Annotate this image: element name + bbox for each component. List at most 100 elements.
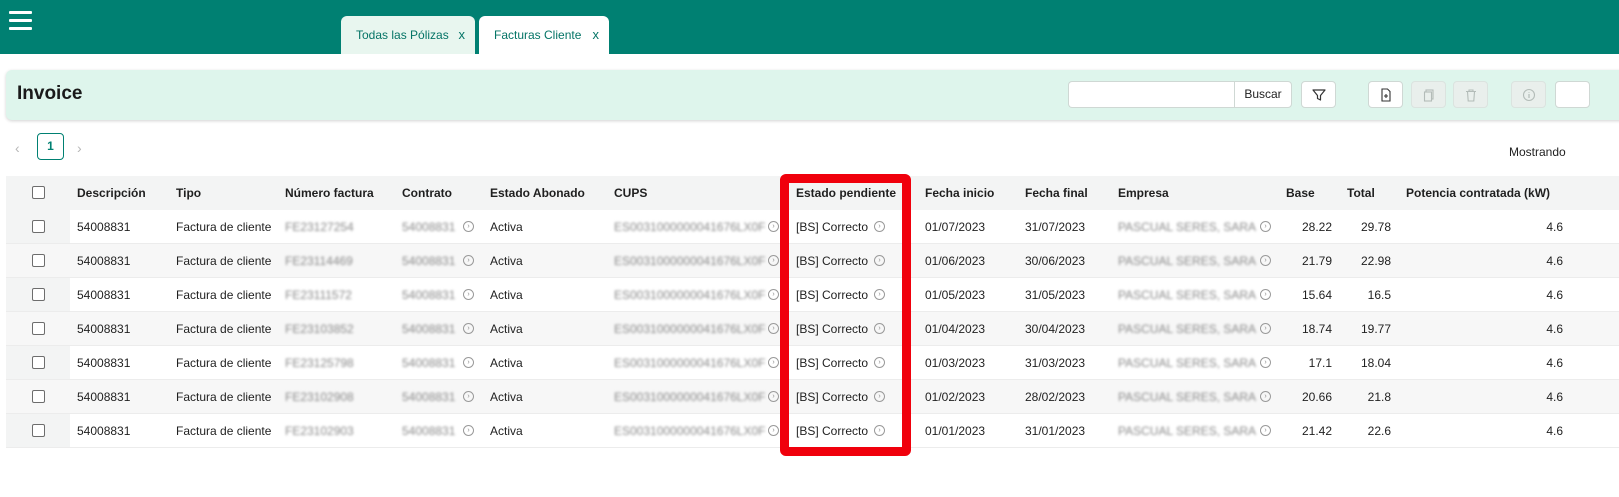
row-checkbox[interactable]: [32, 424, 45, 437]
close-icon[interactable]: X: [459, 16, 466, 54]
page-number[interactable]: 1: [37, 133, 64, 160]
go-arrow-icon[interactable]: ›: [768, 357, 779, 368]
new-document-icon: [1381, 88, 1391, 102]
tab-facturas-cliente[interactable]: Facturas Cliente X: [479, 16, 609, 54]
more-button[interactable]: [1555, 81, 1590, 108]
cell-total: 22.6: [1367, 424, 1391, 438]
cell-cups: ES0031000000041676LX0F: [614, 322, 766, 336]
go-arrow-icon[interactable]: ›: [463, 357, 474, 368]
row-checkbox[interactable]: [32, 254, 45, 267]
row-checkbox[interactable]: [32, 288, 45, 301]
go-arrow-icon[interactable]: ›: [768, 289, 779, 300]
cell-fecha-inicio: 01/06/2023: [925, 254, 986, 268]
info-button[interactable]: [1511, 81, 1546, 108]
cell-fecha-inicio: 01/05/2023: [925, 288, 986, 302]
cell-potencia: 4.6: [1546, 220, 1563, 234]
cell-total: 18.04: [1360, 356, 1391, 370]
column-header[interactable]: CUPS: [614, 186, 647, 200]
cell-contrato: 54008831: [402, 288, 456, 302]
go-arrow-icon[interactable]: ›: [463, 255, 474, 266]
cell-potencia: 4.6: [1546, 254, 1563, 268]
search-input[interactable]: [1068, 81, 1234, 108]
go-arrow-icon[interactable]: ›: [874, 255, 885, 266]
cell-total: 19.77: [1360, 322, 1391, 336]
go-arrow-icon[interactable]: ›: [874, 425, 885, 436]
column-header[interactable]: Total: [1347, 186, 1375, 200]
column-header[interactable]: Estado pendiente: [796, 186, 896, 200]
cell-fecha-final: 31/01/2023: [1025, 424, 1086, 438]
cell-descripcion: 54008831: [77, 288, 131, 302]
next-page-icon[interactable]: ›: [77, 140, 82, 156]
filter-button[interactable]: [1301, 81, 1336, 108]
column-header[interactable]: Potencia contratada (kW): [1406, 186, 1550, 200]
go-arrow-icon[interactable]: ›: [874, 289, 885, 300]
go-arrow-icon[interactable]: ›: [1260, 255, 1271, 266]
search-button[interactable]: Buscar: [1234, 81, 1292, 108]
cell-numero-factura: FE23114469: [285, 254, 353, 268]
column-header[interactable]: Base: [1286, 186, 1315, 200]
cell-contrato: 54008831: [402, 424, 456, 438]
select-all-checkbox[interactable]: [32, 186, 45, 199]
cell-empresa: PASCUAL SERES, SARA: [1118, 390, 1256, 404]
go-arrow-icon[interactable]: ›: [874, 357, 885, 368]
new-button[interactable]: [1368, 81, 1403, 108]
cell-descripcion: 54008831: [77, 356, 131, 370]
column-header[interactable]: Contrato: [402, 186, 452, 200]
row-checkbox[interactable]: [32, 220, 45, 233]
go-arrow-icon[interactable]: ›: [768, 255, 779, 266]
cell-fecha-inicio: 01/03/2023: [925, 356, 986, 370]
go-arrow-icon[interactable]: ›: [874, 391, 885, 402]
go-arrow-icon[interactable]: ›: [463, 323, 474, 334]
cell-cups: ES0031000000041676LX0F: [614, 390, 766, 404]
trash-icon: [1466, 89, 1476, 102]
go-arrow-icon[interactable]: ›: [874, 221, 885, 232]
go-arrow-icon[interactable]: ›: [1260, 323, 1271, 334]
tab-todas-las-polizas[interactable]: Todas las Pólizas X: [341, 16, 475, 54]
row-checkbox[interactable]: [32, 322, 45, 335]
column-header[interactable]: Número factura: [285, 186, 374, 200]
hamburger-menu-icon[interactable]: [9, 11, 32, 31]
row-checkbox[interactable]: [32, 356, 45, 369]
close-icon[interactable]: X: [593, 16, 600, 54]
tab-label: Todas las Pólizas: [356, 28, 449, 42]
column-header[interactable]: Fecha inicio: [925, 186, 994, 200]
go-arrow-icon[interactable]: ›: [768, 391, 779, 402]
cell-numero-factura: FE23103852: [285, 322, 354, 336]
column-header[interactable]: Empresa: [1118, 186, 1169, 200]
filter-icon: [1312, 89, 1326, 101]
column-header[interactable]: Estado Abonado: [490, 186, 585, 200]
cell-numero-factura: FE23125798: [285, 356, 354, 370]
go-arrow-icon[interactable]: ›: [1260, 425, 1271, 436]
go-arrow-icon[interactable]: ›: [768, 323, 779, 334]
column-header[interactable]: Descripción: [77, 186, 146, 200]
cell-contrato: 54008831: [402, 322, 456, 336]
cell-contrato: 54008831: [402, 254, 456, 268]
column-header[interactable]: Tipo: [176, 186, 201, 200]
go-arrow-icon[interactable]: ›: [463, 425, 474, 436]
prev-page-icon[interactable]: ‹: [15, 140, 20, 156]
info-icon: [1522, 88, 1536, 102]
go-arrow-icon[interactable]: ›: [463, 289, 474, 300]
cell-potencia: 4.6: [1546, 356, 1563, 370]
go-arrow-icon[interactable]: ›: [768, 425, 779, 436]
go-arrow-icon[interactable]: ›: [874, 323, 885, 334]
go-arrow-icon[interactable]: ›: [768, 221, 779, 232]
go-arrow-icon[interactable]: ›: [1260, 221, 1271, 232]
go-arrow-icon[interactable]: ›: [1260, 391, 1271, 402]
row-checkbox[interactable]: [32, 390, 45, 403]
go-arrow-icon[interactable]: ›: [463, 221, 474, 232]
go-arrow-icon[interactable]: ›: [1260, 357, 1271, 368]
cell-potencia: 4.6: [1546, 288, 1563, 302]
column-header[interactable]: Fecha final: [1025, 186, 1088, 200]
cell-fecha-final: 31/07/2023: [1025, 220, 1086, 234]
go-arrow-icon[interactable]: ›: [1260, 289, 1271, 300]
delete-button[interactable]: [1453, 81, 1488, 108]
go-arrow-icon[interactable]: ›: [463, 391, 474, 402]
cell-fecha-inicio: 01/02/2023: [925, 390, 986, 404]
cell-numero-factura: FE23102903: [285, 424, 354, 438]
copy-button[interactable]: [1411, 81, 1446, 108]
cell-descripcion: 54008831: [77, 390, 131, 404]
cell-cups: ES0031000000041676LX0F: [614, 424, 766, 438]
cell-total: 16.5: [1367, 288, 1391, 302]
cell-potencia: 4.6: [1546, 424, 1563, 438]
